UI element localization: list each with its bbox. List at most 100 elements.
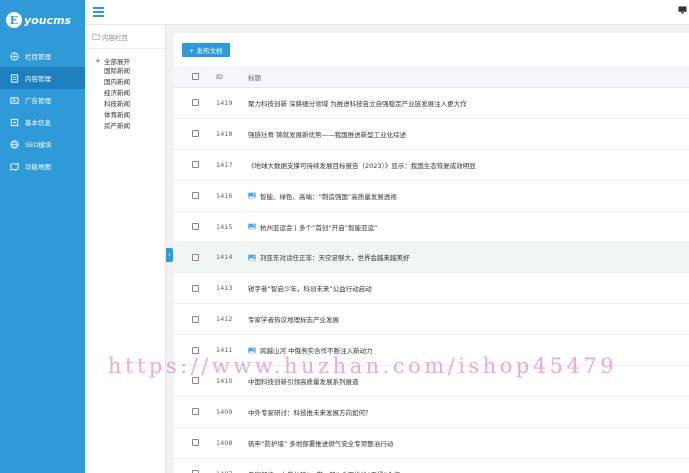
tree-item-real-estate[interactable]: 房产新闻 bbox=[85, 121, 165, 132]
image-icon bbox=[248, 223, 256, 230]
folder-icon bbox=[92, 33, 100, 40]
row-id: 1415 bbox=[216, 222, 233, 231]
collapse-panel-button[interactable]: ‹ bbox=[166, 248, 173, 262]
row-title[interactable]: 中外专家研讨：科技推未来发展方向如何？ bbox=[248, 407, 372, 417]
tree-item-domestic[interactable]: 国内新闻 bbox=[85, 77, 165, 88]
row-title[interactable]: 智能、绿色、高端：“制造强国”高质量发展透视 bbox=[260, 191, 397, 201]
monitor-icon[interactable] bbox=[678, 6, 687, 14]
expand-icon: + bbox=[95, 56, 101, 65]
row-id: 1412 bbox=[216, 315, 233, 324]
row-title[interactable]: 专家解读：中俄共建“一带一路” 全面推进“五通”合作 bbox=[248, 469, 400, 473]
sidebar-nav: 栏目管理 内容管理 广告管理 基本信息 SEO模块 功能地图 bbox=[0, 45, 85, 177]
row-title-cell[interactable]: 中外专家研讨：科技推未来发展方向如何？ bbox=[248, 407, 689, 417]
row-checkbox[interactable] bbox=[191, 284, 199, 292]
sidebar-item-seo[interactable]: SEO模块 bbox=[0, 133, 85, 155]
row-title-cell[interactable]: 中国科技创新引领高质量发展系列报道 bbox=[248, 376, 689, 386]
row-id: 1411 bbox=[216, 346, 233, 355]
row-title[interactable]: 锐字者“智启少年，科创未来”公益行动启动 bbox=[248, 283, 372, 293]
row-title[interactable]: 《地球大数据支撑可持续发展目标报告（2023）》显示：我国生态恢复成效明显 bbox=[248, 160, 476, 170]
sidebar-item-function-map[interactable]: 功能地图 bbox=[0, 155, 85, 177]
column-header-id[interactable]: ID bbox=[216, 73, 248, 81]
row-title[interactable]: 杭州亚运会丨多个“首创”开启“智能亚运” bbox=[260, 222, 377, 232]
table-row[interactable]: 1415 杭州亚运会丨多个“首创”开启“智能亚运” bbox=[174, 212, 689, 243]
row-checkbox[interactable] bbox=[191, 161, 199, 169]
logo-text: youcms bbox=[24, 13, 72, 27]
column-header-title[interactable]: 标题 bbox=[248, 72, 689, 82]
publish-document-button[interactable]: + 发布文档 bbox=[182, 42, 230, 57]
table-row[interactable]: 1417 《地球大数据支撑可持续发展目标报告（2023）》显示：我国生态恢复成效明… bbox=[174, 150, 689, 181]
top-bar bbox=[85, 0, 689, 25]
table-row[interactable]: 1410 中国科技创新引领高质量发展系列报道 bbox=[174, 366, 689, 397]
tree-expand-all[interactable]: + 全部展开 bbox=[85, 55, 165, 66]
sidebar-item-label: 内容管理 bbox=[25, 75, 51, 83]
row-id: 1410 bbox=[216, 376, 233, 385]
table-body: 1419 聚力科技创新 深耕细分领域 为推进科技自立自强稳定产业链发展注入更大作 1… bbox=[174, 88, 689, 473]
logo-mark: E bbox=[6, 12, 22, 28]
menu-toggle-icon[interactable] bbox=[93, 7, 104, 17]
row-title[interactable]: 强链壮骨 铸就发展新优势——我国推进新型工业化综述 bbox=[248, 129, 406, 139]
table-row[interactable]: 1413 锐字者“智启少年，科创未来”公益行动启动 bbox=[174, 273, 689, 305]
table-row[interactable]: 1416 智能、绿色、高端：“制造强国”高质量发展透视 bbox=[174, 181, 689, 212]
row-id: 1419 bbox=[216, 98, 233, 107]
sidebar: E youcms 栏目管理 内容管理 广告管理 基本信息 SEO模块 功能地图 bbox=[0, 0, 85, 473]
row-title[interactable]: 中国科技创新引领高质量发展系列报道 bbox=[248, 376, 359, 386]
tree-item-economy[interactable]: 经济新闻 bbox=[85, 88, 165, 99]
sitemap-icon bbox=[10, 51, 19, 61]
row-title[interactable]: 聚力科技创新 深耕细分领域 为推进科技自立自强稳定产业链发展注入更大作 bbox=[248, 98, 467, 108]
row-checkbox[interactable] bbox=[191, 408, 199, 416]
row-title[interactable]: 专家学者热议地理标志产业发展 bbox=[248, 314, 339, 324]
row-title-cell[interactable]: 筑牢“防护墙” 多地部署推进燃气安全专项整治行动 bbox=[248, 438, 689, 448]
sidebar-item-label: SEO模块 bbox=[25, 141, 52, 149]
row-checkbox[interactable] bbox=[191, 377, 199, 385]
row-checkbox[interactable] bbox=[191, 223, 199, 230]
row-id: 1409 bbox=[216, 407, 233, 416]
row-title[interactable]: 筑牢“防护墙” 多地部署推进燃气安全专项整治行动 bbox=[248, 438, 393, 448]
row-checkbox[interactable] bbox=[191, 315, 199, 323]
row-checkbox[interactable] bbox=[191, 346, 199, 354]
sidebar-item-content[interactable]: 内容管理 bbox=[0, 67, 85, 89]
tree-item-international[interactable]: 国际新闻 bbox=[85, 66, 165, 77]
select-all-checkbox[interactable] bbox=[191, 73, 199, 80]
tree-item-sports[interactable]: 体育新闻 bbox=[85, 110, 165, 121]
row-title-cell[interactable]: 智能、绿色、高端：“制造强国”高质量发展透视 bbox=[248, 191, 689, 201]
table-row[interactable]: 1411 跨越山河 中俄务实合作不断注入新动力 bbox=[174, 335, 689, 367]
article-table: ID 标题 1419 聚力科技创新 深耕细分领域 为推进科技自立自强稳定产业链发展… bbox=[174, 66, 689, 473]
row-title[interactable]: 跨越山河 中俄务实合作不断注入新动力 bbox=[260, 345, 373, 355]
image-icon bbox=[248, 347, 256, 354]
row-title-cell[interactable]: 专家解读：中俄共建“一带一路” 全面推进“五通”合作 bbox=[248, 469, 689, 473]
row-title-cell[interactable]: 杭州亚运会丨多个“首创”开启“智能亚运” bbox=[248, 222, 689, 232]
row-checkbox[interactable] bbox=[191, 99, 199, 107]
row-id: 1413 bbox=[216, 284, 233, 293]
row-id: 1417 bbox=[216, 160, 233, 169]
sidebar-item-ads[interactable]: 广告管理 bbox=[0, 89, 85, 111]
table-row[interactable]: 1419 聚力科技创新 深耕细分领域 为推进科技自立自强稳定产业链发展注入更大作 bbox=[174, 88, 689, 119]
row-checkbox[interactable] bbox=[191, 439, 199, 447]
table-row[interactable]: 1412 专家学者热议地理标志产业发展 bbox=[174, 304, 689, 336]
row-title-cell[interactable]: 专家学者热议地理标志产业发展 bbox=[248, 314, 689, 324]
tree-header: 内容栏目 bbox=[85, 25, 165, 49]
toolbar: + 发布文档 bbox=[174, 33, 689, 66]
row-title-cell[interactable]: 刘亚东对话任正非：天空足够大，世界会越来越美好 bbox=[248, 252, 689, 262]
sidebar-item-label: 功能地图 bbox=[25, 163, 51, 171]
row-title-cell[interactable]: 强链壮骨 铸就发展新优势——我国推进新型工业化综述 bbox=[248, 129, 689, 139]
tree-root-label: 全部展开 bbox=[104, 57, 130, 66]
globe-icon bbox=[10, 139, 19, 149]
row-checkbox[interactable] bbox=[191, 253, 199, 261]
sidebar-item-columns[interactable]: 栏目管理 bbox=[0, 45, 85, 67]
table-row[interactable]: 1409 中外专家研讨：科技推未来发展方向如何？ bbox=[174, 397, 689, 428]
row-id: 1418 bbox=[216, 129, 233, 138]
row-title-cell[interactable]: 锐字者“智启少年，科创未来”公益行动启动 bbox=[248, 283, 689, 293]
row-title-cell[interactable]: 聚力科技创新 深耕细分领域 为推进科技自立自强稳定产业链发展注入更大作 bbox=[248, 98, 689, 108]
tree-item-technology[interactable]: 科技新闻 bbox=[85, 99, 165, 110]
table-row[interactable]: 1407专家解读：中俄共建“一带一路” 全面推进“五通”合作 bbox=[174, 459, 689, 473]
sidebar-item-basic-info[interactable]: 基本信息 bbox=[0, 111, 85, 133]
row-title[interactable]: 刘亚东对话任正非：天空足够大，世界会越来越美好 bbox=[260, 252, 410, 262]
row-checkbox[interactable] bbox=[191, 130, 199, 138]
table-row[interactable]: 1414 刘亚东对话任正非：天空足够大，世界会越来越美好 bbox=[174, 242, 689, 274]
row-title-cell[interactable]: 跨越山河 中俄务实合作不断注入新动力 bbox=[248, 345, 689, 355]
row-checkbox[interactable] bbox=[191, 192, 199, 200]
logo[interactable]: E youcms bbox=[0, 0, 85, 40]
table-row[interactable]: 1418 强链壮骨 铸就发展新优势——我国推进新型工业化综述 bbox=[174, 119, 689, 150]
row-title-cell[interactable]: 《地球大数据支撑可持续发展目标报告（2023）》显示：我国生态恢复成效明显 bbox=[248, 160, 689, 170]
table-row[interactable]: 1408 筑牢“防护墙” 多地部署推进燃气安全专项整治行动 bbox=[174, 428, 689, 459]
